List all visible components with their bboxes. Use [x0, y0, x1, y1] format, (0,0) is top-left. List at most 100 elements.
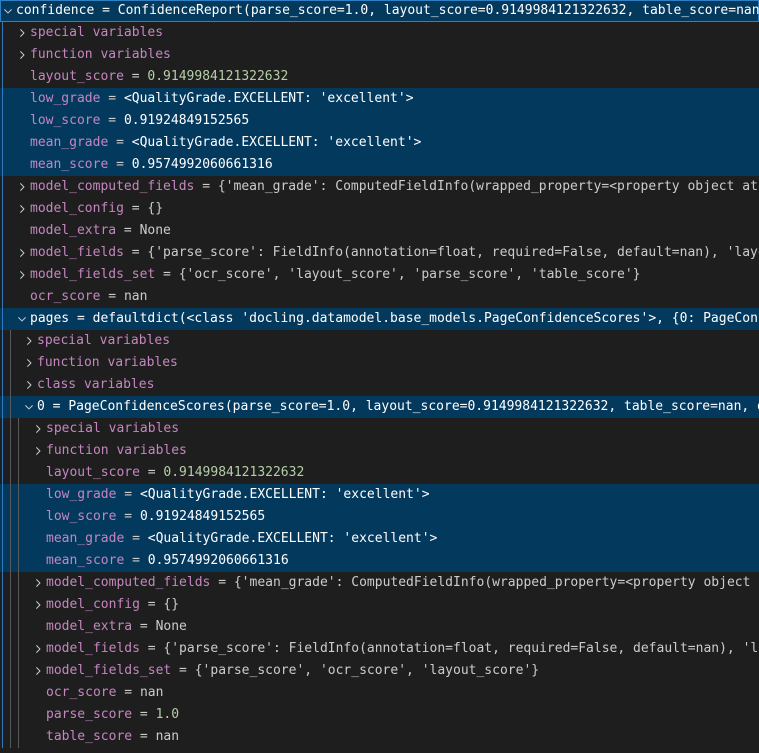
tree-row-low-grade[interactable]: low_grade = <QualityGrade.EXCELLENT: 'ex… [0, 484, 759, 506]
chevron-right-icon[interactable] [22, 377, 36, 393]
tree-row-model-computed-fields[interactable]: model_computed_fields = {'mean_grade': C… [0, 176, 759, 198]
tree-row-model-fields-set[interactable]: model_fields_set = {'ocr_score', 'layout… [0, 264, 759, 286]
tree-row-0[interactable]: 0 = PageConfidenceScores(parse_score=1.0… [0, 396, 759, 418]
chevron-right-icon[interactable] [22, 333, 36, 349]
variable-value: <QualityGrade.EXCELLENT: 'excellent'> [140, 487, 430, 502]
tree-row-function-variables[interactable]: function variables [0, 44, 759, 66]
tree-row-mean-grade[interactable]: mean_grade = <QualityGrade.EXCELLENT: 'e… [0, 528, 759, 550]
variable-name: model_computed_fields [46, 575, 210, 590]
chevron-right-icon[interactable] [31, 597, 45, 613]
variable-name: model_fields_set [30, 267, 155, 282]
chevron-right-icon[interactable] [15, 25, 29, 41]
chevron-right-icon[interactable] [22, 355, 36, 371]
scope-label: special variables [37, 333, 170, 348]
variable-name: model_config [46, 597, 140, 612]
equals-sign: = [210, 575, 233, 590]
debug-variables-panel: confidence = ConfidenceReport(parse_scor… [0, 0, 759, 753]
tree-row-special-variables[interactable]: special variables [0, 330, 759, 352]
variable-name: model_computed_fields [30, 179, 194, 194]
equals-sign: = [124, 245, 147, 260]
chevron-right-icon[interactable] [15, 47, 29, 63]
tree-row-confidence[interactable]: confidence = ConfidenceReport(parse_scor… [0, 0, 759, 22]
chevron-down-icon[interactable] [22, 399, 36, 415]
equals-sign: = [100, 113, 123, 128]
tree-row-special-variables[interactable]: special variables [0, 418, 759, 440]
chevron-right-icon[interactable] [31, 663, 45, 679]
row-content: model_fields = {'parse_score': FieldInfo… [0, 242, 759, 264]
tree-row-table-score[interactable]: table_score = nan [0, 726, 759, 748]
row-content: layout_score = 0.9149984121322632 [0, 462, 304, 484]
equals-sign: = [124, 531, 147, 546]
variable-name: confidence [16, 3, 94, 18]
row-content: 0 = PageConfidenceScores(parse_score=1.0… [0, 396, 759, 418]
tree-row-model-fields-set[interactable]: model_fields_set = {'parse_score', 'ocr_… [0, 660, 759, 682]
variable-name: layout_score [46, 465, 140, 480]
chevron-down-icon[interactable] [1, 3, 15, 19]
tree-row-ocr-score[interactable]: ocr_score = nan [0, 682, 759, 704]
tree-row-model-fields[interactable]: model_fields = {'parse_score': FieldInfo… [0, 638, 759, 660]
tree-row-special-variables[interactable]: special variables [0, 22, 759, 44]
tree-row-model-fields[interactable]: model_fields = {'parse_score': FieldInfo… [0, 242, 759, 264]
tree-row-function-variables[interactable]: function variables [0, 440, 759, 462]
variable-name: low_score [30, 113, 100, 128]
equals-sign: = [155, 267, 178, 282]
chevron-right-icon[interactable] [15, 267, 29, 283]
tree-row-pages[interactable]: pages = defaultdict(<class 'docling.data… [0, 308, 759, 330]
tree-row-low-score[interactable]: low_score = 0.91924849152565 [0, 506, 759, 528]
variable-value: None [140, 223, 171, 238]
tree-row-model-extra[interactable]: model_extra = None [0, 616, 759, 638]
row-content: model_computed_fields = {'mean_grade': C… [0, 572, 759, 594]
chevron-right-icon[interactable] [31, 443, 45, 459]
variable-value: 1.0 [156, 707, 179, 722]
tree-row-function-variables[interactable]: function variables [0, 352, 759, 374]
equals-sign: = [140, 597, 163, 612]
chevron-right-icon[interactable] [31, 575, 45, 591]
chevron-right-icon[interactable] [15, 201, 29, 217]
variable-name: low_grade [46, 487, 116, 502]
tree-row-mean-score[interactable]: mean_score = 0.9574992060661316 [0, 550, 759, 572]
tree-row-class-variables[interactable]: class variables [0, 374, 759, 396]
tree-row-model-config[interactable]: model_config = {} [0, 198, 759, 220]
tree-row-mean-grade[interactable]: mean_grade = <QualityGrade.EXCELLENT: 'e… [0, 132, 759, 154]
tree-row-low-score[interactable]: low_score = 0.91924849152565 [0, 110, 759, 132]
chevron-right-icon[interactable] [31, 421, 45, 437]
variable-name: model_extra [46, 619, 132, 634]
row-content: parse_score = 1.0 [0, 704, 179, 726]
variable-value: 0.91924849152565 [124, 113, 249, 128]
variable-value: {} [163, 597, 179, 612]
scope-label: class variables [37, 377, 154, 392]
variable-name: 0 [37, 399, 45, 414]
tree-row-ocr-score[interactable]: ocr_score = nan [0, 286, 759, 308]
tree-row-model-config[interactable]: model_config = {} [0, 594, 759, 616]
variable-value: 0.91924849152565 [140, 509, 265, 524]
row-content: pages = defaultdict(<class 'docling.data… [0, 308, 759, 330]
variable-value: 0.9574992060661316 [148, 553, 289, 568]
row-content: mean_score = 0.9574992060661316 [0, 154, 273, 176]
equals-sign: = [124, 69, 147, 84]
chevron-down-icon[interactable] [15, 311, 29, 327]
variable-name: table_score [46, 729, 132, 744]
variable-value: 0.9574992060661316 [132, 157, 273, 172]
tree-row-mean-score[interactable]: mean_score = 0.9574992060661316 [0, 154, 759, 176]
variable-value: <QualityGrade.EXCELLENT: 'excellent'> [132, 135, 422, 150]
variable-name: model_extra [30, 223, 116, 238]
equals-sign: = [116, 509, 139, 524]
row-content: function variables [0, 440, 187, 462]
row-content: model_extra = None [0, 220, 171, 242]
variable-value: nan [140, 685, 163, 700]
variable-name: pages [30, 311, 69, 326]
chevron-right-icon[interactable] [15, 245, 29, 261]
variable-value: 0.9149984121322632 [163, 465, 304, 480]
tree-row-model-computed-fields[interactable]: model_computed_fields = {'mean_grade': C… [0, 572, 759, 594]
chevron-right-icon[interactable] [15, 179, 29, 195]
equals-sign: = [94, 3, 117, 18]
tree-row-layout-score[interactable]: layout_score = 0.9149984121322632 [0, 66, 759, 88]
tree-row-model-extra[interactable]: model_extra = None [0, 220, 759, 242]
tree-row-parse-score[interactable]: parse_score = 1.0 [0, 704, 759, 726]
variable-name: model_fields [30, 245, 124, 260]
tree-row-layout-score[interactable]: layout_score = 0.9149984121322632 [0, 462, 759, 484]
variable-value: ConfidenceReport(parse_score=1.0, layout… [118, 3, 759, 18]
tree-row-low-grade[interactable]: low_grade = <QualityGrade.EXCELLENT: 'ex… [0, 88, 759, 110]
chevron-right-icon[interactable] [31, 641, 45, 657]
variable-value: {'ocr_score', 'layout_score', 'parse_sco… [179, 267, 641, 282]
